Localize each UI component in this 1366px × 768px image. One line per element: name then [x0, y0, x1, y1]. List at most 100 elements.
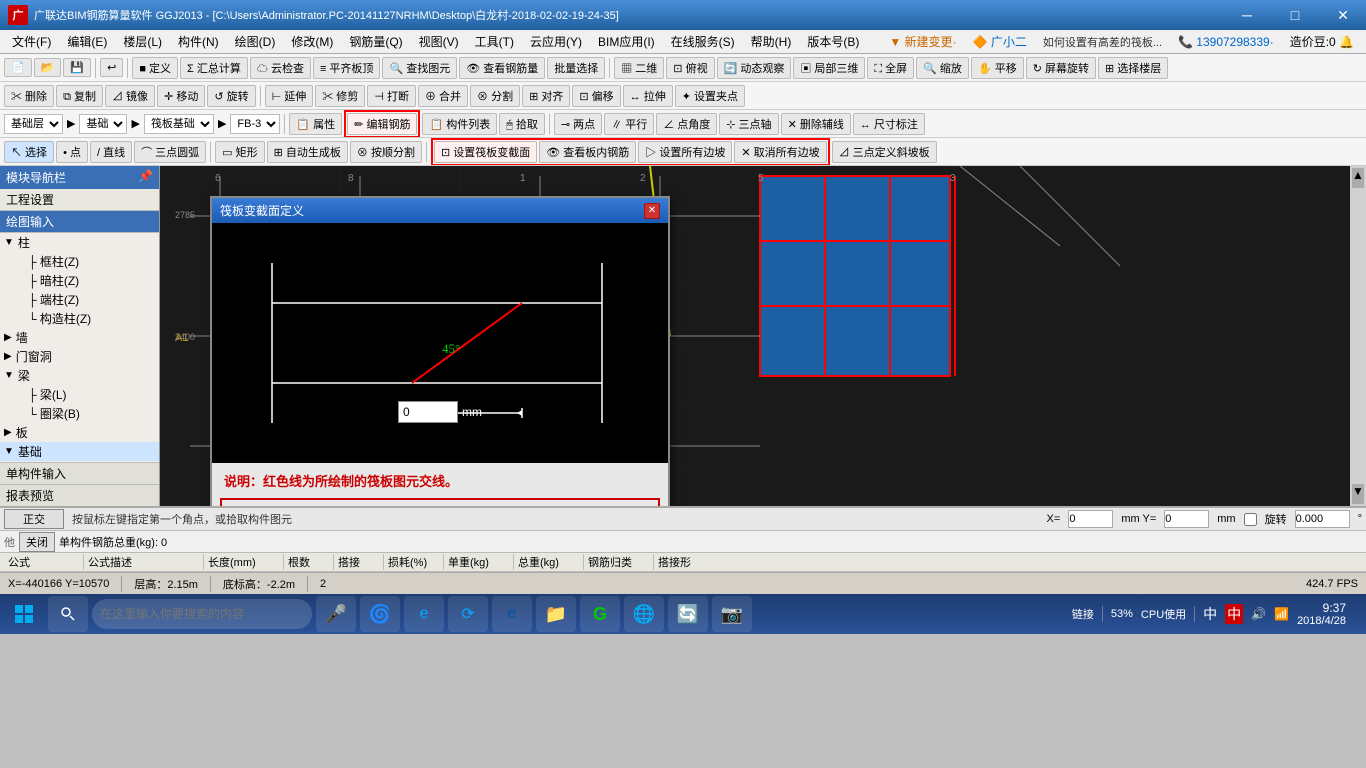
close-button[interactable]: ✕ [1320, 0, 1366, 30]
toolbar-top-view[interactable]: ⊡ 俯视 [666, 57, 714, 79]
ortho-button[interactable]: 正交 [4, 509, 64, 529]
start-button[interactable] [4, 596, 44, 632]
report-preview[interactable]: 报表预览 [0, 484, 159, 506]
toolbar-stretch[interactable]: ↔ 拉伸 [623, 85, 673, 107]
menu-help[interactable]: 帮助(H) [743, 31, 800, 52]
select-type[interactable]: 筏板基础 [144, 114, 214, 134]
toolbar-extend[interactable]: ⊢ 延伸 [265, 85, 314, 107]
menu-online[interactable]: 在线服务(S) [663, 31, 743, 52]
tree-node-slab[interactable]: ▶ 板 [0, 423, 159, 442]
menu-file[interactable]: 文件(F) [4, 31, 59, 52]
toolbar-sum[interactable]: Σ 汇总计算 [180, 57, 248, 79]
minimize-button[interactable]: ─ [1224, 0, 1270, 30]
tree-node-beam[interactable]: ▼ 梁 [0, 366, 159, 385]
tree-node-door[interactable]: ▶ 门窗洞 [0, 347, 159, 366]
taskbar-search-btn[interactable] [48, 596, 88, 632]
menu-tools[interactable]: 工具(T) [467, 31, 522, 52]
toolbar-pick[interactable]: 🖱 拾取 [499, 113, 545, 135]
toolbar-merge[interactable]: ⊕ 合并 [418, 85, 468, 107]
menu-draw[interactable]: 绘图(D) [227, 31, 284, 52]
toolbar-copy[interactable]: ⧉ 复制 [56, 85, 103, 107]
toolbar-screen-rotate[interactable]: ↻ 屏幕旋转 [1026, 57, 1096, 79]
menu-coins[interactable]: 造价豆:0 🔔 [1282, 31, 1362, 52]
x-coord-input[interactable] [1068, 510, 1113, 528]
nav-panel-pin[interactable]: 📌 [138, 169, 153, 186]
taskbar-explorer[interactable]: 📁 [536, 596, 576, 632]
tree-leaf-hidden-col[interactable]: ├ 暗柱(Z) [8, 271, 159, 290]
scroll-up[interactable]: ▲ [1352, 168, 1364, 188]
toolbar-offset[interactable]: ⊡ 偏移 [572, 85, 620, 107]
toolbar-view-rebar[interactable]: 👁 查看钢筋量 [459, 57, 545, 79]
scroll-down[interactable]: ▼ [1352, 484, 1364, 504]
toolbar-pan[interactable]: ✋ 平移 [971, 57, 1024, 79]
menu-modify[interactable]: 修改(M) [283, 31, 341, 52]
scrollbar-vertical[interactable]: ▲ ▼ [1350, 166, 1366, 506]
tray-lang-icon[interactable]: 中 [1203, 604, 1217, 624]
rotate-input[interactable] [1295, 510, 1350, 528]
tray-network[interactable]: 📶 [1274, 607, 1289, 621]
taskbar-cortana[interactable]: 🌀 [360, 596, 400, 632]
toolbar-trim[interactable]: ✂ 修剪 [315, 85, 365, 107]
toolbar-set-section[interactable]: ⊡ 设置筏板变截面 [434, 141, 537, 163]
toolbar-level-top[interactable]: ≡ 平齐板顶 [313, 57, 380, 79]
taskbar-edge[interactable]: ⟳ [448, 596, 488, 632]
select-floor[interactable]: 基础层 [4, 114, 63, 134]
section-drawing[interactable]: 绘图输入 [0, 211, 159, 233]
taskbar-green-g[interactable]: G [580, 596, 620, 632]
menu-phone[interactable]: 📞 13907298339· [1170, 33, 1282, 51]
section-project[interactable]: 工程设置 [0, 189, 159, 211]
toolbar-fullscreen[interactable]: ⛶ 全屏 [867, 57, 914, 79]
toolbar-find[interactable]: 🔍 查找图元 [382, 57, 457, 79]
toolbar-move[interactable]: ✛ 移动 [157, 85, 205, 107]
toolbar-property[interactable]: 📋 属性 [289, 113, 342, 135]
toolbar-delete[interactable]: ✂ 删除 [4, 85, 54, 107]
taskbar-ie2[interactable]: e [492, 596, 532, 632]
dialog-close-button[interactable]: ✕ [644, 203, 660, 219]
toolbar-batch-select[interactable]: 批量选择 [547, 57, 605, 79]
toolbar-undo[interactable]: ↩ [100, 58, 123, 77]
toolbar-rect[interactable]: ▭ 矩形 [215, 141, 264, 163]
select-element[interactable]: FB-3 [230, 114, 280, 134]
toolbar-arc[interactable]: ⌒ 三点圆弧 [134, 141, 206, 163]
taskbar-sync[interactable]: 🔄 [668, 596, 708, 632]
menu-rebar-qty[interactable]: 钢筋量(Q) [341, 31, 410, 52]
menu-cloud[interactable]: 云应用(Y) [522, 31, 590, 52]
taskbar-mic[interactable]: 🎤 [316, 596, 356, 632]
toolbar-mirror[interactable]: ⊿ 镜像 [105, 85, 155, 107]
toolbar-rotate[interactable]: ↺ 旋转 [207, 85, 255, 107]
toolbar-line[interactable]: / 直线 [90, 141, 132, 163]
toolbar-align[interactable]: ⊞ 对齐 [522, 85, 570, 107]
toolbar-three-point-slope[interactable]: ⊿ 三点定义斜坡板 [832, 141, 937, 163]
menu-guangxiao[interactable]: 🔶 广小二 [965, 31, 1035, 52]
close-button[interactable]: 关闭 [19, 532, 55, 552]
taskbar-globe[interactable]: 🌐 [624, 596, 664, 632]
tree-node-column[interactable]: ▼ 柱 [0, 233, 159, 252]
menu-help-msg[interactable]: 如何设置有高差的筏板... [1035, 32, 1170, 52]
toolbar-select[interactable]: ↖ 选择 [4, 141, 54, 163]
tree-leaf-frame-col[interactable]: ├ 框柱(Z) [8, 252, 159, 271]
toolbar-view-slab-rebar[interactable]: 👁 查看板内钢筋 [539, 141, 636, 163]
menu-edit[interactable]: 编辑(E) [59, 31, 115, 52]
show-desktop-button[interactable] [1354, 596, 1362, 632]
tree-node-wall[interactable]: ▶ 墙 [0, 328, 159, 347]
toolbar-del-aux[interactable]: ✕ 删除辅线 [781, 113, 851, 135]
toolbar-point-angle[interactable]: ∠ 点角度 [656, 113, 717, 135]
menu-view[interactable]: 视图(V) [411, 31, 467, 52]
rotate-checkbox[interactable] [1244, 513, 1257, 526]
menu-new-change[interactable]: ▼ 新建变更· [881, 31, 964, 52]
toolbar-dim[interactable]: ↔ 尺寸标注 [853, 113, 925, 135]
toolbar-three-axis[interactable]: ⊹ 三点轴 [719, 113, 778, 135]
select-category[interactable]: 基础 [79, 114, 127, 134]
single-elem-input[interactable]: 单构件输入 [0, 462, 159, 484]
toolbar-save[interactable]: 💾 [63, 58, 91, 77]
tree-leaf-struct-col[interactable]: └ 构造柱(Z) [8, 309, 159, 328]
tray-sound[interactable]: 🔊 [1251, 607, 1266, 621]
tree-node-foundation[interactable]: ▼ 基础 [0, 442, 159, 461]
menu-version[interactable]: 版本号(B) [799, 31, 867, 52]
cad-canvas-area[interactable]: A1 6 8 1 2 5 3 2785 3400 筏板变截面定义 ✕ [160, 166, 1366, 506]
taskbar-search-input[interactable] [92, 599, 312, 629]
toolbar-dynamic[interactable]: 🔄 动态观察 [717, 57, 792, 79]
toolbar-grip[interactable]: ✦ 设置夹点 [675, 85, 745, 107]
toolbar-split[interactable]: ⊗ 分割 [470, 85, 520, 107]
tree-leaf-ring-beam[interactable]: └ 圈梁(B) [8, 404, 159, 423]
